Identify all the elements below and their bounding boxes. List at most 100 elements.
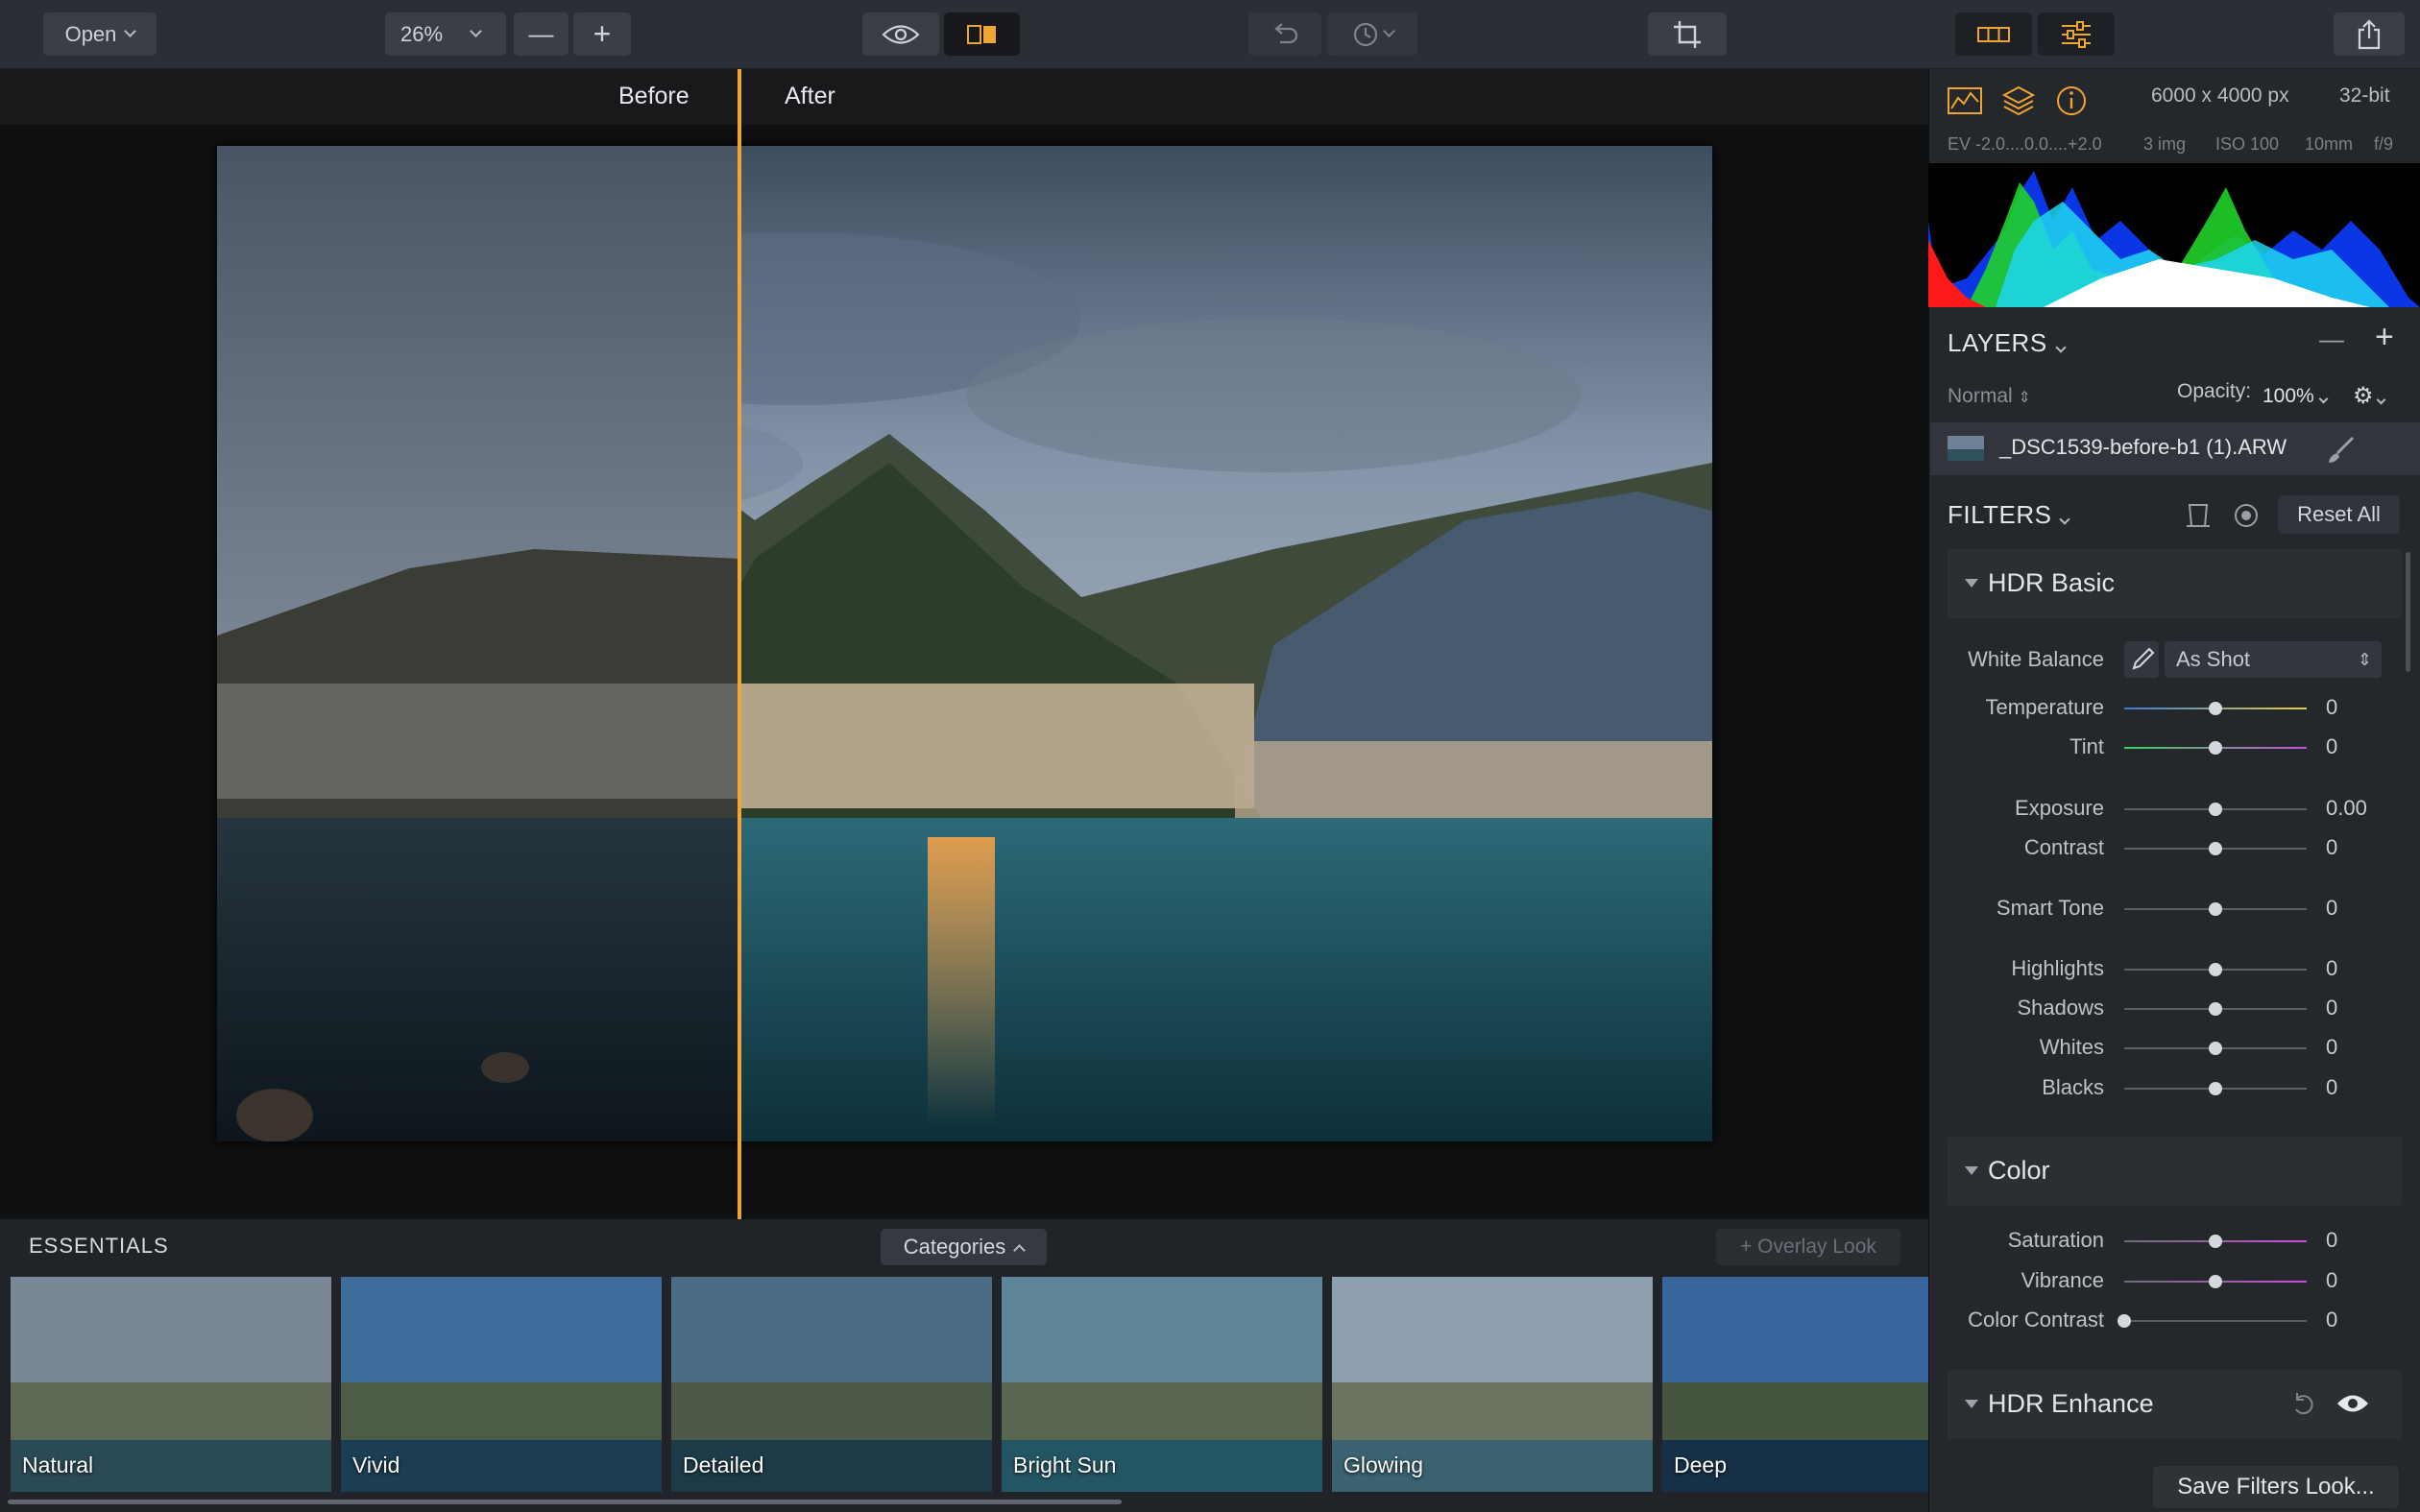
look-thumbnail[interactable]: Deep [1662, 1277, 1928, 1492]
image-dimensions: 6000 x 4000 px [2151, 84, 2289, 107]
layers-title: LAYERS [1948, 328, 2067, 358]
slider-value: 0 [2326, 1035, 2338, 1059]
collapse-triangle-icon [1965, 1166, 1978, 1175]
slider-knob[interactable] [2118, 1314, 2131, 1328]
brush-icon[interactable] [2324, 434, 2357, 467]
look-thumbnail[interactable]: Glowing [1332, 1277, 1653, 1492]
eyedropper-button[interactable] [2124, 641, 2159, 678]
slider-value: 0 [2326, 956, 2338, 980]
filmstrip-scrollbar[interactable] [8, 1500, 1122, 1504]
updown-icon: ⇕ [2357, 649, 2372, 669]
save-filters-look-button[interactable]: Save Filters Look... [2153, 1466, 2399, 1508]
sidebar-scrollbar[interactable] [2406, 552, 2410, 672]
slider-knob[interactable] [2209, 1042, 2222, 1055]
slider-value: 0 [2326, 1308, 2338, 1332]
slider-knob[interactable] [2209, 1275, 2222, 1288]
reset-icon[interactable] [2289, 1391, 2318, 1418]
share-button[interactable] [2334, 12, 2405, 56]
mask-icon[interactable] [2184, 501, 2213, 530]
slider-knob[interactable] [2209, 1235, 2222, 1248]
look-name: Glowing [1343, 1452, 1424, 1477]
compare-split-handle[interactable] [738, 69, 741, 1219]
look-thumbnail[interactable]: Detailed [671, 1277, 992, 1492]
look-name: Vivid [352, 1452, 400, 1477]
crop-button[interactable] [1648, 12, 1727, 56]
photo-preview[interactable] [217, 146, 1712, 1141]
filters-panel-toggle[interactable] [2038, 12, 2115, 56]
split-compare-icon [966, 24, 996, 44]
focal-length: 10mm [2305, 134, 2354, 154]
slider-value: 0 [2326, 1228, 2338, 1252]
eye-icon [882, 24, 920, 44]
chevron-down-icon [470, 25, 482, 37]
slider-knob[interactable] [2209, 1002, 2222, 1016]
history-button[interactable] [1327, 12, 1417, 56]
chevron-down-icon [2376, 395, 2385, 405]
white-balance-value: As Shot [2176, 647, 2251, 671]
aperture-icon[interactable] [2233, 502, 2260, 529]
layers-title-text: LAYERS [1948, 328, 2047, 357]
filmstrip-icon [1977, 26, 2010, 42]
layer-settings-button[interactable]: ⚙ [2353, 382, 2385, 410]
look-thumbnail[interactable]: Vivid [341, 1277, 662, 1492]
filter-group-color[interactable]: Color [1948, 1137, 2402, 1206]
filters-title: FILTERS [1948, 500, 2071, 530]
histogram-plot [1928, 171, 2420, 307]
clock-icon [1353, 22, 1377, 46]
looks-panel-toggle[interactable] [1955, 12, 2032, 56]
slider-value: 0 [2326, 996, 2338, 1020]
slider-label: Saturation [2007, 1228, 2104, 1252]
look-name: Detailed [683, 1452, 764, 1477]
share-icon [2358, 18, 2381, 49]
blend-mode-select[interactable]: Normal ⇕ [1948, 385, 2031, 408]
slider-knob[interactable] [2209, 842, 2222, 855]
slider-knob[interactable] [2209, 803, 2222, 816]
look-thumbnail[interactable]: Natural [11, 1277, 331, 1492]
slider-track[interactable] [2124, 1320, 2307, 1322]
info-icon[interactable] [2053, 83, 2090, 119]
reset-all-button[interactable]: Reset All [2278, 495, 2400, 534]
slider-knob[interactable] [2209, 902, 2222, 916]
sliders-icon [2062, 20, 2091, 48]
slider-value: 0.00 [2326, 796, 2367, 820]
open-button[interactable]: Open [43, 12, 157, 56]
compare-split-button[interactable] [944, 12, 1020, 56]
zoom-out-button[interactable]: — [514, 12, 569, 56]
slider-value: 0 [2326, 695, 2338, 719]
chevron-down-icon [124, 25, 137, 37]
filter-group-hdr-enhance[interactable]: HDR Enhance [1948, 1370, 2402, 1439]
slider-knob[interactable] [2209, 963, 2222, 976]
zoom-in-button[interactable]: + [573, 12, 631, 56]
undo-button[interactable] [1248, 12, 1321, 56]
slider-label: Vibrance [2021, 1268, 2104, 1292]
look-thumbnail[interactable]: Bright Sun [1002, 1277, 1322, 1492]
aperture-value: f/9 [2374, 134, 2394, 154]
layer-thumbnail [1948, 436, 1984, 461]
slider-knob[interactable] [2209, 1082, 2222, 1095]
zoom-dropdown[interactable]: 26% [385, 12, 506, 56]
layer-item[interactable]: _DSC1539-before-b1 (1).ARW [1930, 422, 2420, 475]
chevron-down-icon [2055, 342, 2067, 353]
layers-icon[interactable] [2000, 83, 2037, 119]
ev-range: EV -2.0....0.0....+2.0 [1948, 134, 2102, 154]
group-title: HDR Enhance [1988, 1389, 2154, 1418]
remove-layer-button[interactable]: — [2319, 324, 2344, 354]
preview-toggle-button[interactable] [862, 12, 939, 56]
histogram-graph [1928, 163, 2420, 307]
slider-value: 0 [2326, 835, 2338, 859]
opacity-value: 100% [2263, 385, 2314, 407]
filter-group-hdr-basic[interactable]: HDR Basic [1948, 549, 2402, 618]
chevron-down-icon [2318, 394, 2329, 404]
overlay-look-button[interactable]: + Overlay Look [1716, 1229, 1900, 1265]
eyedropper-icon [2132, 647, 2155, 670]
look-name: Natural [22, 1452, 94, 1477]
opacity-dropdown[interactable]: 100% [2263, 385, 2329, 408]
eye-icon[interactable] [2335, 1391, 2370, 1416]
add-layer-button[interactable]: + [2375, 319, 2394, 356]
slider-knob[interactable] [2209, 702, 2222, 715]
chevron-down-icon [1382, 25, 1395, 37]
histogram-icon[interactable] [1947, 83, 1983, 119]
white-balance-select[interactable]: As Shot ⇕ [2165, 641, 2382, 678]
categories-button[interactable]: Categories [881, 1229, 1047, 1265]
slider-knob[interactable] [2209, 741, 2222, 755]
